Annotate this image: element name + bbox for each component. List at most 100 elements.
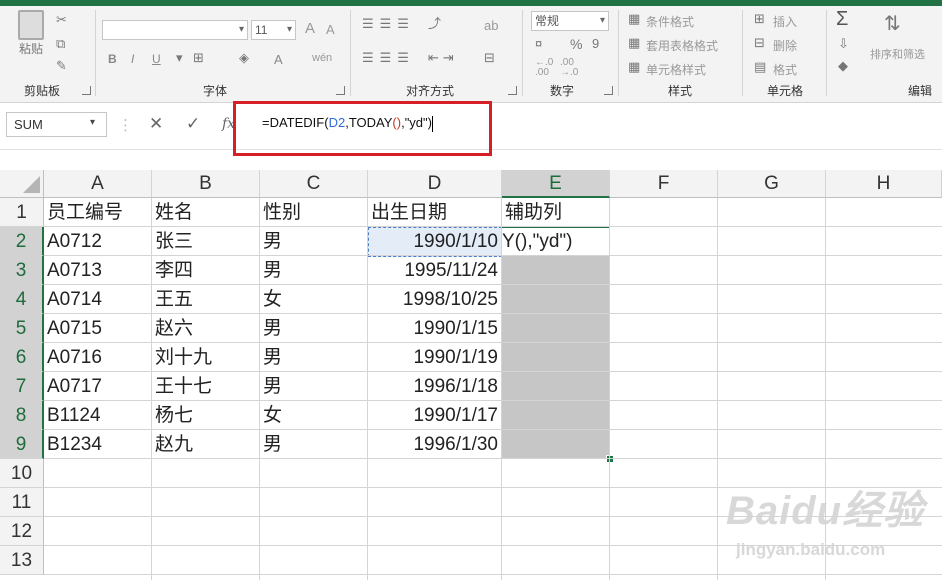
underline-button[interactable]: U: [152, 52, 161, 66]
alignment-launcher-icon[interactable]: [508, 86, 517, 95]
enter-formula-button[interactable]: ✓: [186, 114, 200, 134]
column-header-c[interactable]: C: [260, 170, 368, 198]
cut-icon[interactable]: ✂: [56, 12, 67, 28]
cancel-formula-button[interactable]: ✕: [149, 114, 163, 134]
column-header-b[interactable]: B: [152, 170, 260, 198]
horizontal-align-icons[interactable]: ☰☰☰: [362, 50, 415, 66]
sort-filter-button[interactable]: 排序和筛选: [870, 46, 925, 62]
row-header-13[interactable]: 13: [0, 546, 44, 575]
column-header-h[interactable]: H: [826, 170, 942, 198]
insert-button[interactable]: 插入: [773, 13, 797, 30]
row-header-12[interactable]: 12: [0, 517, 44, 546]
column-header-e[interactable]: E: [502, 170, 610, 198]
format-button[interactable]: 格式: [773, 61, 797, 78]
table-cell[interactable]: 王五: [152, 285, 259, 314]
row-header-5[interactable]: 5: [0, 314, 44, 343]
row-header-9[interactable]: 9: [0, 430, 44, 459]
table-cell[interactable]: 1990/1/17: [368, 401, 501, 430]
row-header-8[interactable]: 8: [0, 401, 44, 430]
table-cell[interactable]: 男: [260, 227, 367, 256]
currency-icon[interactable]: ¤: [535, 36, 542, 52]
underline-dropdown-icon[interactable]: ▾: [176, 50, 183, 66]
table-cell[interactable]: A0717: [44, 372, 151, 401]
orientation-icon[interactable]: ⤴: [428, 16, 441, 32]
header-cell-b[interactable]: 姓名: [152, 198, 260, 227]
column-header-f[interactable]: F: [610, 170, 718, 198]
header-cell-a[interactable]: 员工编号: [44, 198, 152, 227]
bold-button[interactable]: B: [108, 52, 117, 66]
table-cell[interactable]: 1990/1/10: [368, 227, 501, 256]
font-size-combo[interactable]: 11 ▾: [251, 20, 296, 40]
table-format-button[interactable]: 套用表格格式: [646, 37, 718, 54]
wrap-text-button[interactable]: ab: [484, 18, 498, 33]
column-header-d[interactable]: D: [368, 170, 502, 198]
table-cell[interactable]: A0713: [44, 256, 151, 285]
table-cell[interactable]: 男: [260, 256, 367, 285]
cell-style-button[interactable]: 单元格样式: [646, 61, 706, 78]
table-cell[interactable]: 1998/10/25: [368, 285, 501, 314]
table-cell[interactable]: 1990/1/15: [368, 314, 501, 343]
table-cell[interactable]: 杨七: [152, 401, 259, 430]
table-cell[interactable]: 赵九: [152, 430, 259, 459]
vertical-align-icons[interactable]: ☰☰☰: [362, 16, 415, 32]
table-cell[interactable]: 1996/1/18: [368, 372, 501, 401]
table-cell[interactable]: A0712: [44, 227, 151, 256]
row-header-11[interactable]: 11: [0, 488, 44, 517]
number-launcher-icon[interactable]: [604, 86, 613, 95]
fill-color-icon[interactable]: ◈: [239, 50, 249, 66]
row-header-2[interactable]: 2: [0, 227, 44, 256]
table-cell[interactable]: 赵六: [152, 314, 259, 343]
merge-center-icon[interactable]: ⊟: [484, 50, 495, 66]
table-cell[interactable]: 男: [260, 430, 367, 459]
number-format-combo[interactable]: 常规 ▾: [531, 11, 609, 31]
row-header-10[interactable]: 10: [0, 459, 44, 488]
decrease-decimal-button[interactable]: .00 →.0: [560, 58, 578, 78]
header-cell-c[interactable]: 性别: [260, 198, 368, 227]
table-cell[interactable]: 1996/1/30: [368, 430, 501, 459]
clipboard-launcher-icon[interactable]: [82, 86, 91, 95]
comma-button[interactable]: 9: [592, 36, 599, 51]
table-cell[interactable]: 张三: [152, 227, 259, 256]
table-cell[interactable]: 1990/1/19: [368, 343, 501, 372]
table-cell[interactable]: 王十七: [152, 372, 259, 401]
italic-button[interactable]: I: [131, 52, 134, 66]
table-cell[interactable]: 男: [260, 314, 367, 343]
font-color-button[interactable]: A: [274, 52, 283, 67]
table-cell[interactable]: 男: [260, 372, 367, 401]
table-cell[interactable]: B1124: [44, 401, 151, 430]
fill-handle[interactable]: [606, 455, 614, 463]
increase-font-icon[interactable]: A: [305, 20, 315, 37]
font-launcher-icon[interactable]: [336, 86, 345, 95]
table-cell[interactable]: 李四: [152, 256, 259, 285]
table-cell[interactable]: A0714: [44, 285, 151, 314]
autosum-button[interactable]: Σ: [836, 8, 848, 31]
column-header-g[interactable]: G: [718, 170, 826, 198]
table-cell[interactable]: B1234: [44, 430, 151, 459]
row-header-1[interactable]: 1: [0, 198, 44, 227]
format-painter-icon[interactable]: ✎: [56, 58, 67, 74]
fill-icon[interactable]: ⇩: [838, 36, 849, 52]
table-cell[interactable]: 女: [260, 285, 367, 314]
clear-icon[interactable]: ◆: [838, 58, 848, 74]
column-header-a[interactable]: A: [44, 170, 152, 198]
table-cell[interactable]: A0715: [44, 314, 151, 343]
table-cell[interactable]: 1995/11/24: [368, 256, 501, 285]
row-header-7[interactable]: 7: [0, 372, 44, 401]
table-cell[interactable]: A0716: [44, 343, 151, 372]
increase-decimal-button[interactable]: ←.0 .00: [535, 58, 553, 78]
table-cell[interactable]: 男: [260, 343, 367, 372]
paste-button[interactable]: 粘贴: [14, 10, 48, 56]
font-name-combo[interactable]: ▾: [102, 20, 248, 40]
table-cell[interactable]: 刘十九: [152, 343, 259, 372]
header-cell-e[interactable]: 辅助列: [502, 198, 610, 227]
header-cell-d[interactable]: 出生日期: [368, 198, 502, 227]
row-header-6[interactable]: 6: [0, 343, 44, 372]
percent-button[interactable]: %: [570, 36, 582, 52]
delete-button[interactable]: 删除: [773, 37, 797, 54]
phonetic-button[interactable]: wén: [312, 52, 332, 64]
copy-icon[interactable]: ⧉: [56, 36, 65, 52]
decrease-font-icon[interactable]: A: [326, 22, 335, 37]
border-icon[interactable]: ⊞: [193, 50, 204, 66]
indent-icons[interactable]: ⇤⇥: [428, 50, 458, 66]
conditional-format-button[interactable]: 条件格式: [646, 13, 694, 30]
